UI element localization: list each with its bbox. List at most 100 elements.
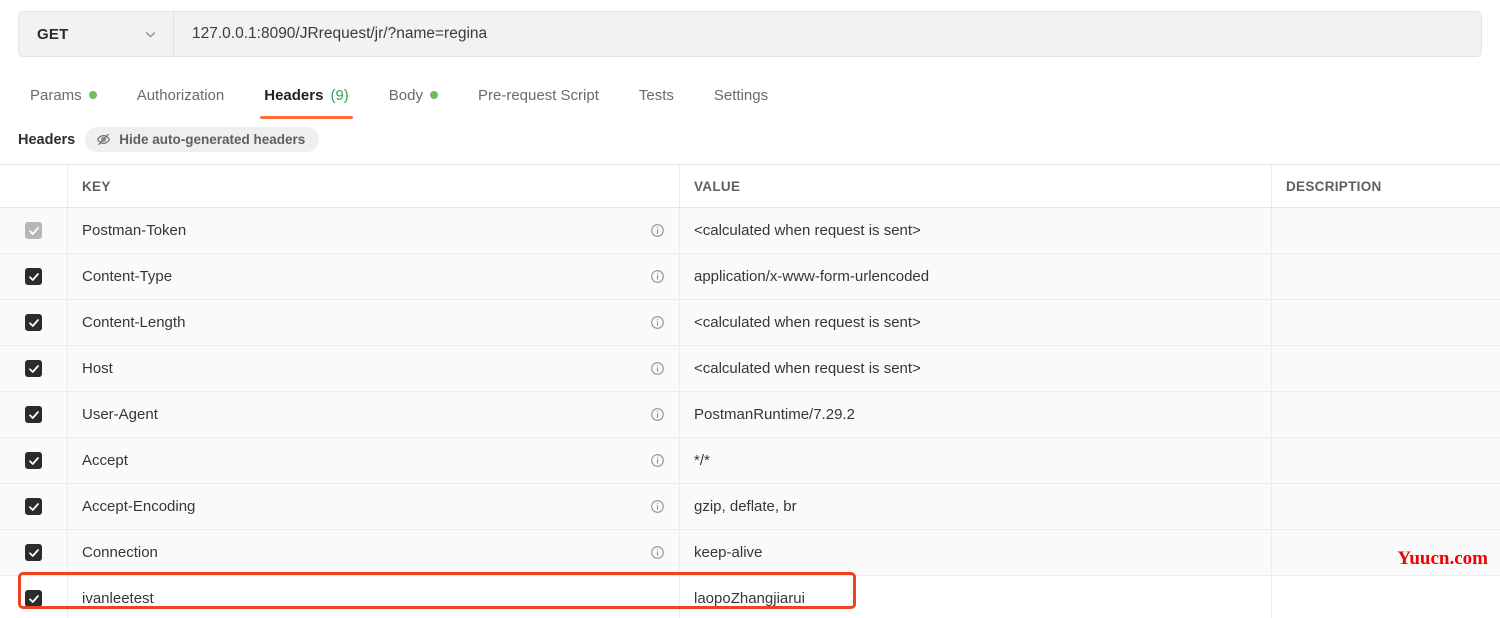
- tab-tests-label: Tests: [638, 86, 674, 104]
- row-checkbox: [25, 268, 42, 285]
- body-modified-dot-icon: [430, 91, 438, 99]
- table-row-highlighted[interactable]: ivanleetest laopoZhangjiarui: [0, 576, 1500, 618]
- row-key-text: Host: [82, 360, 113, 377]
- row-key-cell[interactable]: ivanleetest: [68, 576, 680, 618]
- info-icon[interactable]: [650, 453, 665, 468]
- row-key-cell[interactable]: Content-Length: [68, 300, 680, 345]
- row-checkbox: [25, 360, 42, 377]
- row-key-cell[interactable]: Accept-Encoding: [68, 484, 680, 529]
- tab-headers-count: (9): [330, 86, 349, 104]
- header-col-description: DESCRIPTION: [1272, 165, 1500, 207]
- tab-tests[interactable]: Tests: [619, 80, 694, 110]
- tab-body-label: Body: [388, 86, 423, 104]
- row-checkbox-cell[interactable]: [0, 208, 68, 253]
- row-checkbox: [25, 498, 42, 515]
- request-tabs: Params Authorization Headers (9) Body Pr…: [18, 80, 788, 119]
- tab-headers-label: Headers: [264, 86, 324, 104]
- table-row[interactable]: Connection keep-alive: [0, 530, 1500, 576]
- row-key-text: Postman-Token: [82, 222, 187, 239]
- row-value-cell[interactable]: */*: [680, 438, 1272, 483]
- row-description-cell[interactable]: [1272, 254, 1500, 299]
- table-row[interactable]: Postman-Token <calculated when request i…: [0, 208, 1500, 254]
- hide-auto-generated-headers-button[interactable]: Hide auto-generated headers: [85, 127, 320, 152]
- row-key-text: ivanleetest: [82, 590, 154, 607]
- row-description-cell[interactable]: [1272, 484, 1500, 529]
- header-col-description-label: DESCRIPTION: [1286, 178, 1382, 194]
- table-row[interactable]: Accept */*: [0, 438, 1500, 484]
- tab-active-underline: [260, 116, 353, 119]
- tab-pre-request-script-label: Pre-request Script: [478, 86, 599, 104]
- row-key-text: Accept: [82, 452, 128, 469]
- row-checkbox: [25, 452, 42, 469]
- tab-headers[interactable]: Headers (9): [244, 80, 369, 119]
- row-value-cell[interactable]: application/x-www-form-urlencoded: [680, 254, 1272, 299]
- row-checkbox-cell[interactable]: [0, 392, 68, 437]
- row-checkbox-cell[interactable]: [0, 530, 68, 575]
- row-key-text: Content-Length: [82, 314, 186, 331]
- params-modified-dot-icon: [88, 91, 97, 99]
- tab-authorization-label: Authorization: [136, 86, 225, 104]
- table-row[interactable]: Accept-Encoding gzip, deflate, br: [0, 484, 1500, 530]
- postman-request-pane: GET 127.0.0.1:8090/JRrequest/jr/?name=re…: [0, 0, 1500, 618]
- row-value-text: PostmanRuntime/7.29.2: [694, 406, 855, 423]
- hide-auto-generated-headers-label: Hide auto-generated headers: [119, 132, 306, 147]
- row-checkbox-cell[interactable]: [0, 254, 68, 299]
- row-key-cell[interactable]: Connection: [68, 530, 680, 575]
- row-checkbox: [25, 406, 42, 423]
- http-method-select[interactable]: GET: [19, 12, 174, 56]
- row-value-text: */*: [694, 452, 710, 469]
- info-icon[interactable]: [650, 315, 665, 330]
- table-row[interactable]: User-Agent PostmanRuntime/7.29.2: [0, 392, 1500, 438]
- row-description-cell[interactable]: [1272, 392, 1500, 437]
- tab-authorization[interactable]: Authorization: [117, 80, 245, 110]
- row-checkbox-cell[interactable]: [0, 300, 68, 345]
- tab-pre-request-script[interactable]: Pre-request Script: [458, 80, 619, 110]
- info-icon[interactable]: [650, 545, 665, 560]
- row-checkbox-cell[interactable]: [0, 484, 68, 529]
- request-url-input[interactable]: 127.0.0.1:8090/JRrequest/jr/?name=regina: [174, 12, 1481, 56]
- table-row[interactable]: Content-Type application/x-www-form-urle…: [0, 254, 1500, 300]
- row-key-cell[interactable]: Postman-Token: [68, 208, 680, 253]
- row-value-text: gzip, deflate, br: [694, 498, 797, 515]
- info-icon[interactable]: [650, 223, 665, 238]
- row-checkbox-cell[interactable]: [0, 438, 68, 483]
- row-key-text: User-Agent: [82, 406, 158, 423]
- tab-body[interactable]: Body: [369, 80, 458, 110]
- header-col-value-label: VALUE: [694, 178, 741, 194]
- row-value-cell[interactable]: <calculated when request is sent>: [680, 300, 1272, 345]
- row-value-text: <calculated when request is sent>: [694, 360, 921, 377]
- tab-settings-label: Settings: [713, 86, 769, 104]
- row-description-cell[interactable]: [1272, 208, 1500, 253]
- tab-params[interactable]: Params: [18, 80, 117, 110]
- info-icon[interactable]: [650, 269, 665, 284]
- row-value-cell[interactable]: laopoZhangjiarui: [680, 576, 1272, 618]
- row-description-cell[interactable]: [1272, 576, 1500, 618]
- row-description-cell[interactable]: [1272, 346, 1500, 391]
- row-key-cell[interactable]: User-Agent: [68, 392, 680, 437]
- row-value-cell[interactable]: <calculated when request is sent>: [680, 346, 1272, 391]
- table-row[interactable]: Host <calculated when request is sent>: [0, 346, 1500, 392]
- row-checkbox: [25, 590, 42, 607]
- row-checkbox-cell[interactable]: [0, 576, 68, 618]
- eye-off-icon: [96, 132, 111, 147]
- row-description-cell[interactable]: [1272, 300, 1500, 345]
- table-row[interactable]: Content-Length <calculated when request …: [0, 300, 1500, 346]
- row-value-cell[interactable]: PostmanRuntime/7.29.2: [680, 392, 1272, 437]
- row-value-cell[interactable]: gzip, deflate, br: [680, 484, 1272, 529]
- headers-section-title: Headers: [18, 131, 76, 148]
- row-value-cell[interactable]: <calculated when request is sent>: [680, 208, 1272, 253]
- row-key-cell[interactable]: Accept: [68, 438, 680, 483]
- request-url-bar: GET 127.0.0.1:8090/JRrequest/jr/?name=re…: [18, 11, 1482, 57]
- info-icon[interactable]: [650, 361, 665, 376]
- info-icon[interactable]: [650, 407, 665, 422]
- row-key-cell[interactable]: Content-Type: [68, 254, 680, 299]
- tab-settings[interactable]: Settings: [694, 80, 788, 110]
- row-value-cell[interactable]: keep-alive: [680, 530, 1272, 575]
- row-description-cell[interactable]: [1272, 438, 1500, 483]
- headers-table: KEY VALUE DESCRIPTION Postman-Token <cal…: [0, 164, 1500, 618]
- row-checkbox-cell[interactable]: [0, 346, 68, 391]
- header-col-key: KEY: [68, 165, 680, 207]
- row-value-text: laopoZhangjiarui: [694, 590, 805, 607]
- row-key-cell[interactable]: Host: [68, 346, 680, 391]
- info-icon[interactable]: [650, 499, 665, 514]
